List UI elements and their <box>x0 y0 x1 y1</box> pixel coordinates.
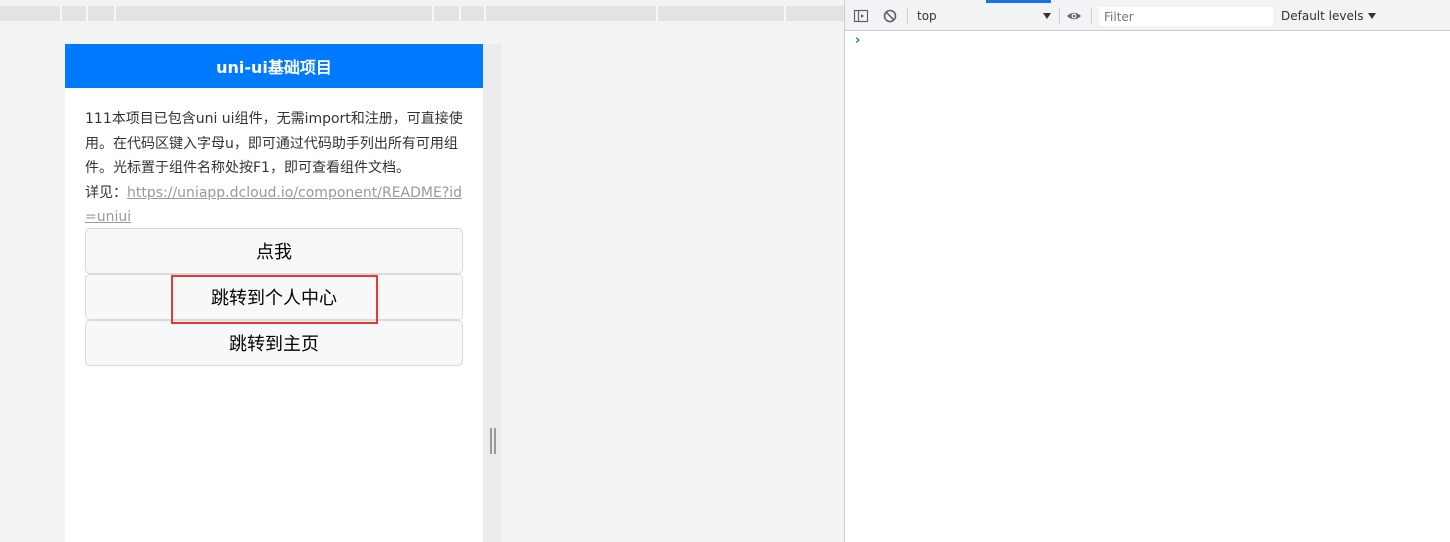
details-label: 详见： <box>85 184 127 201</box>
ruler-mark <box>484 6 486 21</box>
device-screen: uni-ui基础项目 111本项目已包含uni ui组件，无需import和注册… <box>65 44 483 542</box>
filter-input[interactable] <box>1099 7 1273 26</box>
toolbar-separator <box>1091 8 1092 24</box>
resize-handle-bar <box>490 428 492 454</box>
ruler-mark <box>784 6 786 21</box>
ruler-bar <box>0 6 844 21</box>
button-label: 跳转到个人中心 <box>211 288 337 309</box>
click-me-button[interactable]: 点我 <box>85 228 463 274</box>
ruler-mark <box>86 6 88 21</box>
sidebar-toggle-icon[interactable] <box>853 8 869 24</box>
go-to-profile-button[interactable]: 跳转到个人中心 <box>85 274 463 320</box>
intro-text: 111本项目已包含uni ui组件，无需import和注册，可直接使用。在代码区… <box>85 111 463 176</box>
levels-label: Default levels <box>1281 9 1364 23</box>
context-value: top <box>917 9 937 23</box>
ruler-mark <box>60 6 62 21</box>
log-levels-dropdown[interactable]: Default levels <box>1281 7 1377 25</box>
context-select[interactable]: top <box>917 7 1051 25</box>
device-shadow <box>483 44 502 542</box>
intro-text-block: 111本项目已包含uni ui组件，无需import和注册，可直接使用。在代码区… <box>85 107 465 230</box>
console-toolbar: top Default levels <box>845 0 1450 31</box>
navbar-title: uni-ui基础项目 <box>216 58 332 77</box>
toolbar-separator <box>1059 8 1060 24</box>
ruler-mark <box>114 6 116 21</box>
ruler-mark <box>656 6 658 21</box>
device-emulation-area: uni-ui基础项目 111本项目已包含uni ui组件，无需import和注册… <box>0 0 844 542</box>
clear-console-icon[interactable] <box>882 8 898 24</box>
active-tab-indicator <box>986 0 1051 3</box>
toolbar-separator <box>907 8 908 24</box>
console-prompt[interactable]: › <box>855 33 860 48</box>
eye-icon[interactable] <box>1066 8 1082 24</box>
resize-handle-bar <box>494 428 496 454</box>
dropdown-arrow-icon <box>1368 9 1377 23</box>
docs-link[interactable]: https://uniapp.dcloud.io/component/READM… <box>85 185 462 226</box>
navigation-bar: uni-ui基础项目 <box>65 44 483 88</box>
ruler-mark <box>459 6 461 21</box>
prompt-chevron-icon: › <box>855 33 861 48</box>
ruler-mark <box>432 6 434 21</box>
button-label: 跳转到主页 <box>229 334 319 355</box>
devtools-console-panel: top Default levels › <box>844 0 1450 542</box>
button-label: 点我 <box>256 242 292 263</box>
resize-handle[interactable] <box>490 428 496 454</box>
go-to-home-button[interactable]: 跳转到主页 <box>85 320 463 366</box>
dropdown-arrow-icon <box>1043 9 1051 23</box>
